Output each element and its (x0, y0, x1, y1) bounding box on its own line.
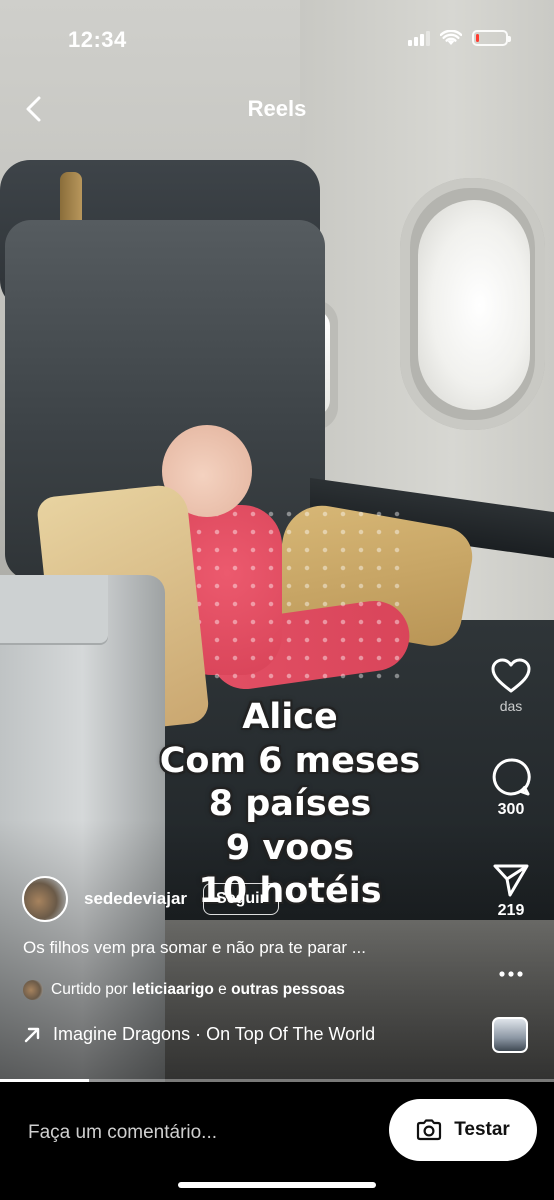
camera-icon (417, 1119, 442, 1141)
signal-icon (408, 30, 430, 46)
status-time: 12:34 (68, 27, 127, 52)
liked-by[interactable]: Curtido por leticiaarigo e outras pessoa… (23, 980, 345, 1000)
send-icon (493, 864, 529, 897)
more-button[interactable] (478, 962, 544, 986)
more-icon (499, 971, 523, 977)
music-info[interactable]: Imagine Dragons · On Top Of The World (23, 1024, 375, 1045)
username[interactable]: sededeviajar (84, 889, 187, 909)
liked-user[interactable]: leticiaarigo (132, 981, 214, 998)
comment-button[interactable]: 300 (478, 757, 544, 819)
avatar[interactable] (22, 876, 68, 922)
home-indicator[interactable] (178, 1182, 376, 1188)
status-icons (408, 30, 511, 46)
liked-suffix[interactable]: outras pessoas (231, 981, 345, 998)
caption-line: 8 países (208, 784, 372, 824)
try-label: Testar (454, 1119, 510, 1140)
caption-line: 9 voos (225, 827, 355, 868)
album-cover[interactable] (492, 1017, 528, 1053)
heart-icon (491, 658, 531, 693)
battery-icon (472, 30, 511, 46)
post-description[interactable]: Os filhos vem pra somar e não pra te par… (23, 938, 366, 958)
comment-input[interactable]: Faça um comentário... (28, 1122, 217, 1144)
comment-bar: Faça um comentário... Testar (0, 1082, 554, 1200)
battery-level (476, 34, 479, 42)
console-tray (0, 575, 108, 645)
comment-count: 300 (497, 801, 525, 818)
liked-prefix: Curtido por (51, 981, 128, 998)
page-title: Reels (247, 96, 307, 121)
caption-line: Alice (242, 697, 338, 737)
post-author: sededeviajar Seguir (22, 876, 279, 922)
share-button[interactable]: 219 (478, 862, 544, 920)
like-count: das (499, 698, 523, 714)
liked-avatar (23, 980, 43, 1000)
airplane-window (400, 178, 545, 430)
try-camera-button[interactable]: Testar (389, 1099, 537, 1161)
arrow-up-right-icon (24, 1027, 40, 1042)
liked-joiner: e (218, 981, 227, 998)
comment-icon (492, 758, 531, 796)
follow-button[interactable]: Seguir (203, 883, 279, 915)
like-button[interactable]: das (478, 658, 544, 714)
music-title: Imagine Dragons · On Top Of The World (53, 1024, 376, 1044)
wifi-icon (440, 30, 462, 45)
caption-line: Com 6 meses (159, 740, 421, 781)
share-count: 219 (497, 902, 525, 919)
